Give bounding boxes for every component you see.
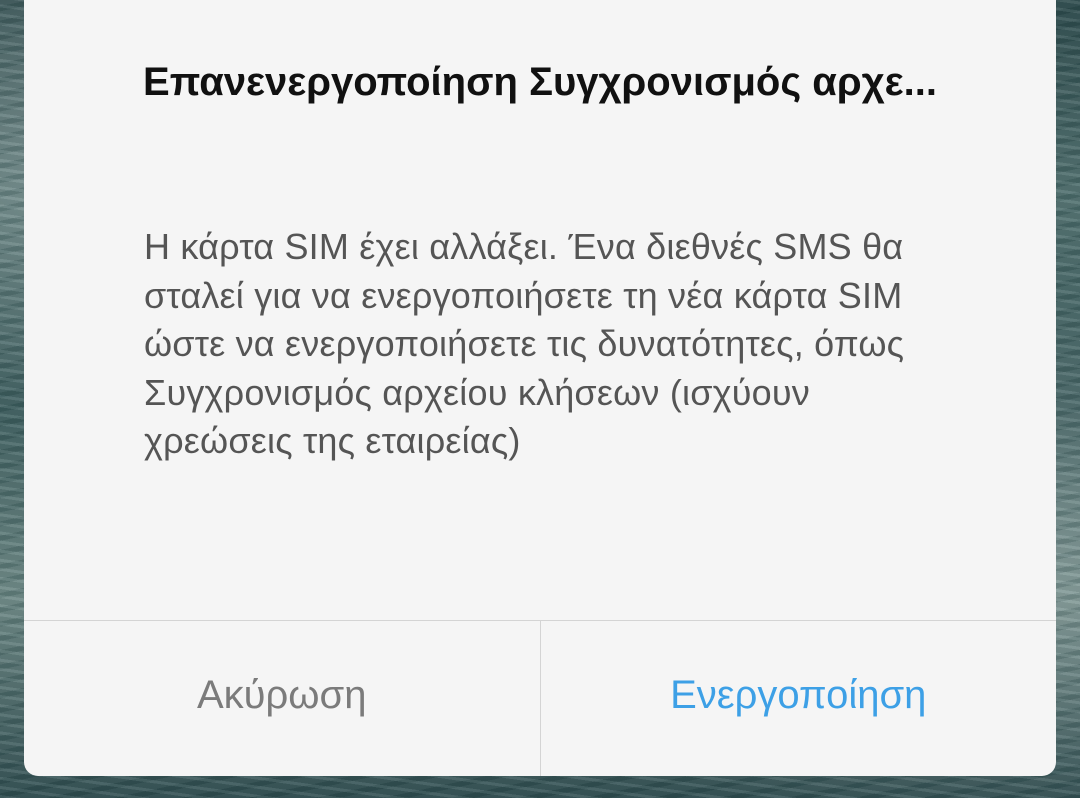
activate-button[interactable]: Ενεργοποίηση — [541, 621, 1057, 776]
sim-change-dialog: Επανενεργοποίηση Συγχρονισμός αρχε... Η … — [24, 0, 1056, 776]
dialog-title: Επανενεργοποίηση Συγχρονισμός αρχε... — [143, 60, 937, 104]
dialog-button-bar: Ακύρωση Ενεργοποίηση — [24, 620, 1056, 776]
dialog-message: Η κάρτα SIM έχει αλλάξει. Ένα διεθνές SM… — [144, 226, 905, 461]
cancel-button[interactable]: Ακύρωση — [24, 621, 541, 776]
